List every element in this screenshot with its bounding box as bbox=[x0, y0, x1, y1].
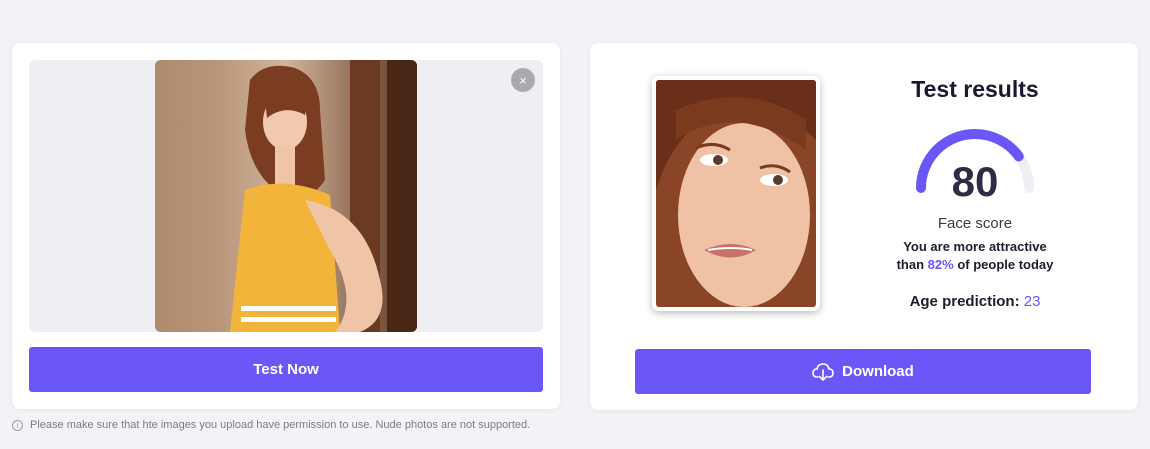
face-score-value: 80 bbox=[951, 158, 999, 205]
uploaded-photo-image bbox=[155, 60, 417, 332]
remove-image-button[interactable]: × bbox=[511, 68, 535, 92]
age-prediction: Age prediction: 23 bbox=[850, 293, 1100, 310]
test-now-button[interactable]: Test Now bbox=[29, 347, 543, 392]
download-button[interactable]: Download bbox=[635, 349, 1091, 394]
attractiveness-prefix: than bbox=[896, 257, 925, 272]
face-score-label: Face score bbox=[937, 215, 1013, 232]
face-crop-image bbox=[652, 76, 820, 311]
upload-card: × Test Now bbox=[12, 43, 560, 409]
disclaimer-text: Please make sure that hte images you upl… bbox=[30, 419, 531, 431]
attractiveness-text-line1: You are more attractive bbox=[903, 239, 1047, 254]
age-prediction-value: 23 bbox=[1023, 293, 1041, 310]
uploaded-photo bbox=[155, 60, 417, 332]
results-card: Test results 80 Face score You are more … bbox=[590, 43, 1138, 410]
info-icon: i bbox=[12, 419, 23, 431]
upload-area[interactable]: × bbox=[29, 60, 543, 332]
age-prediction-label: Age prediction: bbox=[909, 293, 1020, 310]
attractiveness-percent: 82% bbox=[927, 257, 954, 272]
disclaimer: i Please make sure that hte images you u… bbox=[12, 419, 530, 431]
cloud-download-icon bbox=[812, 362, 834, 381]
attractiveness-suffix: of people today bbox=[957, 257, 1054, 272]
download-label: Download bbox=[842, 363, 914, 380]
attractiveness-text-line2: than 82% of people today bbox=[850, 257, 1100, 272]
close-icon: × bbox=[519, 72, 527, 88]
results-title: Test results bbox=[911, 76, 1039, 102]
